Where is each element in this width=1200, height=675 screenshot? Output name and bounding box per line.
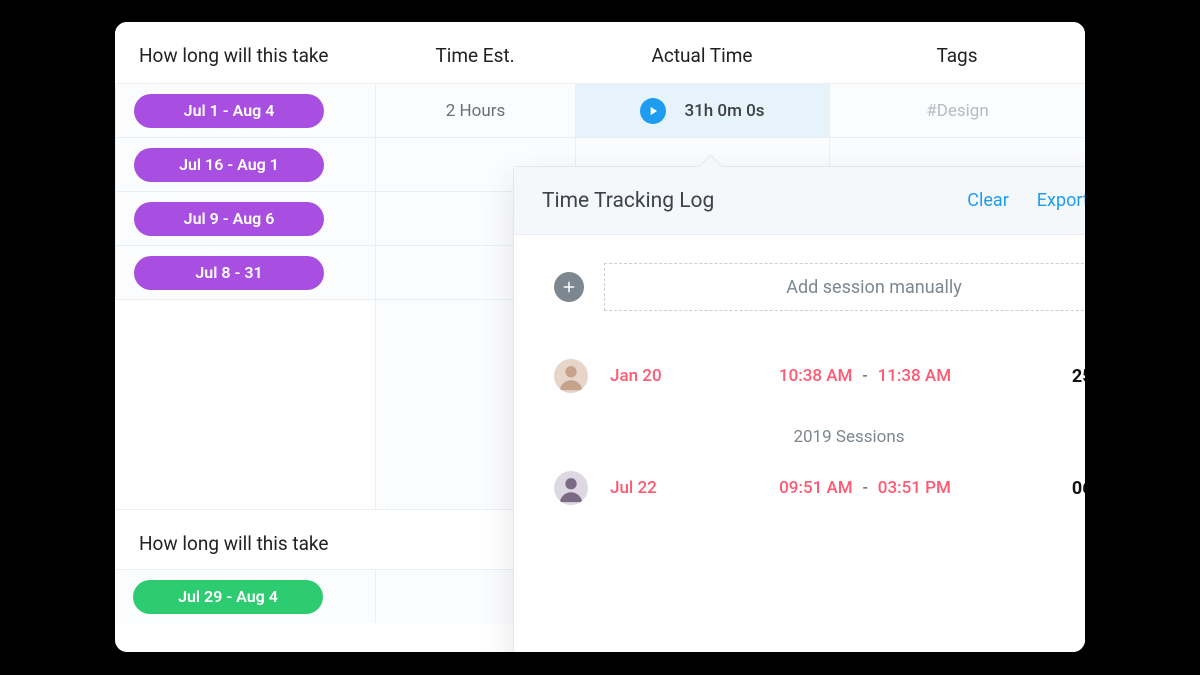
session-row[interactable]: Jan 20 10:38 AM - 11:38 AM 25:00:00 [554, 345, 1085, 407]
date-range-pill[interactable]: Jul 16 - Aug 1 [134, 148, 324, 182]
date-range-pill[interactable]: Jul 8 - 31 [134, 256, 324, 290]
estimate-value: 2 Hours [446, 101, 506, 121]
avatar [554, 359, 588, 393]
column-header-estimate: Time Est. [375, 22, 575, 83]
session-date: Jul 22 [588, 478, 696, 498]
add-session-button[interactable]: Add session manually [604, 263, 1085, 311]
dash-separator: - [857, 366, 874, 386]
avatar [554, 471, 588, 505]
column-header-actual: Actual Time [575, 22, 829, 83]
popover-actions: Clear Export to Excel [967, 190, 1085, 211]
tags-cell[interactable]: #Design [829, 83, 1085, 137]
time-tracking-popover: Time Tracking Log Clear Export to Excel … [513, 166, 1085, 652]
popover-title: Time Tracking Log [542, 189, 714, 213]
session-time-range: 10:38 AM - 11:38 AM [696, 366, 1034, 386]
actual-time-cell[interactable]: 31h 0m 0s [575, 83, 829, 137]
session-start-time: 09:51 AM [779, 478, 853, 498]
clear-button[interactable]: Clear [967, 190, 1009, 211]
session-duration: 25:00:00 [1034, 366, 1085, 387]
session-row[interactable]: Jul 22 09:51 AM - 03:51 PM 06:00:00 [554, 457, 1085, 519]
date-range-pill[interactable]: Jul 29 - Aug 4 [133, 580, 323, 614]
dash-separator: - [857, 478, 874, 498]
duration-cell[interactable]: Jul 9 - Aug 6 [115, 191, 375, 245]
date-range-pill[interactable]: Jul 9 - Aug 6 [134, 202, 324, 236]
add-session-row: Add session manually [554, 263, 1085, 311]
date-range-pill[interactable]: Jul 1 - Aug 4 [134, 94, 324, 128]
column-header-duration: How long will this take [115, 22, 375, 83]
duration-cell[interactable]: Jul 16 - Aug 1 [115, 137, 375, 191]
actual-time-value: 31h 0m 0s [684, 101, 764, 121]
plus-icon[interactable] [554, 272, 584, 302]
estimate-cell[interactable]: 2 Hours [375, 83, 575, 137]
app-frame: How long will this take Time Est. Actual… [115, 22, 1085, 652]
duration-cell[interactable]: Jul 8 - 31 [115, 245, 375, 299]
export-to-excel-button[interactable]: Export to Excel [1037, 190, 1085, 211]
session-duration: 06:00:00 [1034, 478, 1085, 499]
popover-header: Time Tracking Log Clear Export to Excel [514, 167, 1085, 235]
sessions-year-label: 2019 Sessions [554, 407, 1085, 457]
session-end-time: 03:51 PM [878, 478, 951, 498]
tag-value: #Design [926, 101, 988, 121]
add-session-label: Add session manually [786, 277, 961, 298]
play-icon[interactable] [640, 98, 666, 124]
session-date: Jan 20 [588, 366, 696, 386]
session-end-time: 11:38 AM [878, 366, 952, 386]
column-header-duration: How long will this take [115, 509, 375, 569]
column-header-tags: Tags [829, 22, 1085, 83]
empty-region [115, 299, 375, 509]
duration-cell[interactable]: Jul 29 - Aug 4 [115, 569, 375, 623]
duration-cell[interactable]: Jul 1 - Aug 4 [115, 83, 375, 137]
session-time-range: 09:51 AM - 03:51 PM [696, 478, 1034, 498]
session-start-time: 10:38 AM [779, 366, 853, 386]
popover-body: Add session manually Jan 20 10:38 AM - 1… [514, 235, 1085, 539]
